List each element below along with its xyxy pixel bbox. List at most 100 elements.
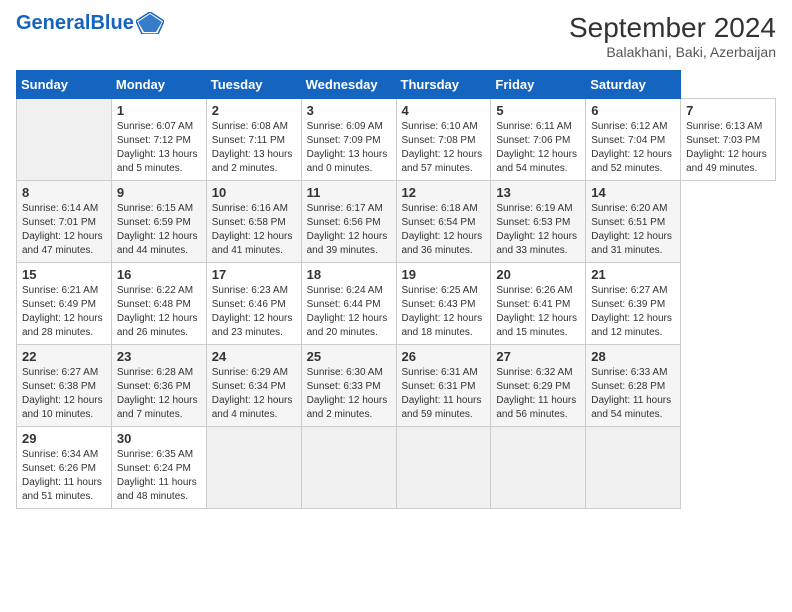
day-info: Sunrise: 6:25 AMSunset: 6:43 PMDaylight:… [402, 284, 486, 340]
col-header-tuesday: Tuesday [206, 71, 301, 99]
day-cell [17, 99, 112, 181]
day-cell [586, 427, 681, 509]
day-number: 18 [307, 267, 391, 282]
day-number: 4 [402, 103, 486, 118]
day-info: Sunrise: 6:16 AMSunset: 6:58 PMDaylight:… [212, 202, 296, 258]
day-number: 24 [212, 349, 296, 364]
day-number: 12 [402, 185, 486, 200]
month-title: September 2024 [569, 12, 776, 44]
day-number: 7 [686, 103, 770, 118]
day-number: 1 [117, 103, 201, 118]
week-row-3: 15 Sunrise: 6:21 AMSunset: 6:49 PMDayligh… [17, 263, 776, 345]
col-header-thursday: Thursday [396, 71, 491, 99]
col-header-wednesday: Wednesday [301, 71, 396, 99]
day-number: 27 [496, 349, 580, 364]
day-number: 5 [496, 103, 580, 118]
week-row-4: 22 Sunrise: 6:27 AMSunset: 6:38 PMDayligh… [17, 345, 776, 427]
day-info: Sunrise: 6:11 AMSunset: 7:06 PMDaylight:… [496, 120, 580, 176]
day-cell: 26Sunrise: 6:31 AMSunset: 6:31 PMDayligh… [396, 345, 491, 427]
week-row-1: 1 Sunrise: 6:07 AMSunset: 7:12 PMDaylight… [17, 99, 776, 181]
day-cell: 23Sunrise: 6:28 AMSunset: 6:36 PMDayligh… [111, 345, 206, 427]
logo-text: GeneralBlue [16, 13, 134, 33]
day-number: 2 [212, 103, 296, 118]
day-number: 17 [212, 267, 296, 282]
header: GeneralBlue September 2024 Balakhani, Ba… [16, 12, 776, 60]
day-cell: 25Sunrise: 6:30 AMSunset: 6:33 PMDayligh… [301, 345, 396, 427]
day-number: 8 [22, 185, 106, 200]
day-number: 28 [591, 349, 675, 364]
col-header-sunday: Sunday [17, 71, 112, 99]
day-cell: 28 Sunrise: 6:33 AMSunset: 6:28 PMDayligh… [586, 345, 681, 427]
logo-icon [136, 12, 164, 34]
day-info: Sunrise: 6:33 AMSunset: 6:28 PMDaylight:… [591, 366, 675, 422]
day-cell: 22 Sunrise: 6:27 AMSunset: 6:38 PMDayligh… [17, 345, 112, 427]
day-cell: 1 Sunrise: 6:07 AMSunset: 7:12 PMDaylight… [111, 99, 206, 181]
day-info: Sunrise: 6:12 AMSunset: 7:04 PMDaylight:… [591, 120, 675, 176]
day-info: Sunrise: 6:14 AMSunset: 7:01 PMDaylight:… [22, 202, 106, 258]
day-cell: 5 Sunrise: 6:11 AMSunset: 7:06 PMDaylight… [491, 99, 586, 181]
page-container: GeneralBlue September 2024 Balakhani, Ba… [0, 0, 792, 517]
day-info: Sunrise: 6:27 AMSunset: 6:39 PMDaylight:… [591, 284, 675, 340]
day-cell: 30Sunrise: 6:35 AMSunset: 6:24 PMDayligh… [111, 427, 206, 509]
day-info: Sunrise: 6:18 AMSunset: 6:54 PMDaylight:… [402, 202, 486, 258]
day-cell: 11Sunrise: 6:17 AMSunset: 6:56 PMDayligh… [301, 181, 396, 263]
day-cell: 10 Sunrise: 6:16 AMSunset: 6:58 PMDayligh… [206, 181, 301, 263]
col-header-saturday: Saturday [586, 71, 681, 99]
day-cell [396, 427, 491, 509]
day-number: 19 [402, 267, 486, 282]
day-cell: 16 Sunrise: 6:22 AMSunset: 6:48 PMDayligh… [111, 263, 206, 345]
day-cell: 6 Sunrise: 6:12 AMSunset: 7:04 PMDaylight… [586, 99, 681, 181]
day-number: 22 [22, 349, 106, 364]
day-info: Sunrise: 6:09 AMSunset: 7:09 PMDaylight:… [307, 120, 391, 176]
day-info: Sunrise: 6:32 AMSunset: 6:29 PMDaylight:… [496, 366, 580, 422]
day-number: 9 [117, 185, 201, 200]
day-cell: 27 Sunrise: 6:32 AMSunset: 6:29 PMDayligh… [491, 345, 586, 427]
day-cell: 9 Sunrise: 6:15 AMSunset: 6:59 PMDaylight… [111, 181, 206, 263]
day-cell: 3Sunrise: 6:09 AMSunset: 7:09 PMDaylight… [301, 99, 396, 181]
day-number: 23 [117, 349, 201, 364]
day-info: Sunrise: 6:10 AMSunset: 7:08 PMDaylight:… [402, 120, 486, 176]
day-info: Sunrise: 6:13 AMSunset: 7:03 PMDaylight:… [686, 120, 770, 176]
header-row: SundayMondayTuesdayWednesdayThursdayFrid… [17, 71, 776, 99]
day-number: 20 [496, 267, 580, 282]
day-cell: 18 Sunrise: 6:24 AMSunset: 6:44 PMDayligh… [301, 263, 396, 345]
day-info: Sunrise: 6:29 AMSunset: 6:34 PMDaylight:… [212, 366, 296, 422]
day-info: Sunrise: 6:35 AMSunset: 6:24 PMDaylight:… [117, 448, 201, 504]
day-info: Sunrise: 6:24 AMSunset: 6:44 PMDaylight:… [307, 284, 391, 340]
day-info: Sunrise: 6:19 AMSunset: 6:53 PMDaylight:… [496, 202, 580, 258]
day-cell: 17Sunrise: 6:23 AMSunset: 6:46 PMDayligh… [206, 263, 301, 345]
day-cell [206, 427, 301, 509]
day-info: Sunrise: 6:17 AMSunset: 6:56 PMDaylight:… [307, 202, 391, 258]
day-cell: 2Sunrise: 6:08 AMSunset: 7:11 PMDaylight… [206, 99, 301, 181]
day-number: 6 [591, 103, 675, 118]
day-info: Sunrise: 6:22 AMSunset: 6:48 PMDaylight:… [117, 284, 201, 340]
day-number: 10 [212, 185, 296, 200]
day-cell: 24 Sunrise: 6:29 AMSunset: 6:34 PMDayligh… [206, 345, 301, 427]
day-cell: 15 Sunrise: 6:21 AMSunset: 6:49 PMDayligh… [17, 263, 112, 345]
day-cell: 4 Sunrise: 6:10 AMSunset: 7:08 PMDaylight… [396, 99, 491, 181]
day-cell: 7 Sunrise: 6:13 AMSunset: 7:03 PMDaylight… [681, 99, 776, 181]
day-cell: 8 Sunrise: 6:14 AMSunset: 7:01 PMDaylight… [17, 181, 112, 263]
day-number: 14 [591, 185, 675, 200]
day-number: 16 [117, 267, 201, 282]
day-number: 21 [591, 267, 675, 282]
day-number: 15 [22, 267, 106, 282]
day-info: Sunrise: 6:26 AMSunset: 6:41 PMDaylight:… [496, 284, 580, 340]
day-info: Sunrise: 6:07 AMSunset: 7:12 PMDaylight:… [117, 120, 201, 176]
title-block: September 2024 Balakhani, Baki, Azerbaij… [569, 12, 776, 60]
day-number: 29 [22, 431, 106, 446]
day-info: Sunrise: 6:27 AMSunset: 6:38 PMDaylight:… [22, 366, 106, 422]
day-info: Sunrise: 6:21 AMSunset: 6:49 PMDaylight:… [22, 284, 106, 340]
day-number: 13 [496, 185, 580, 200]
col-header-friday: Friday [491, 71, 586, 99]
logo: GeneralBlue [16, 12, 164, 34]
col-header-monday: Monday [111, 71, 206, 99]
day-info: Sunrise: 6:34 AMSunset: 6:26 PMDaylight:… [22, 448, 106, 504]
day-info: Sunrise: 6:15 AMSunset: 6:59 PMDaylight:… [117, 202, 201, 258]
day-cell: 20 Sunrise: 6:26 AMSunset: 6:41 PMDayligh… [491, 263, 586, 345]
day-cell: 29 Sunrise: 6:34 AMSunset: 6:26 PMDayligh… [17, 427, 112, 509]
day-cell: 14 Sunrise: 6:20 AMSunset: 6:51 PMDayligh… [586, 181, 681, 263]
day-info: Sunrise: 6:20 AMSunset: 6:51 PMDaylight:… [591, 202, 675, 258]
day-cell: 19 Sunrise: 6:25 AMSunset: 6:43 PMDayligh… [396, 263, 491, 345]
day-cell: 12 Sunrise: 6:18 AMSunset: 6:54 PMDayligh… [396, 181, 491, 263]
